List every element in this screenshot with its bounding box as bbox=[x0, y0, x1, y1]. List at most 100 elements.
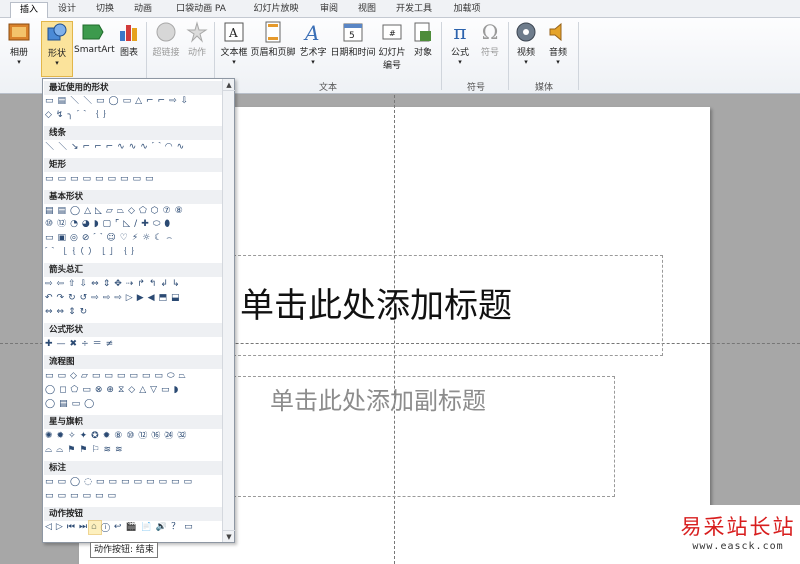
watermark: 易采站长站 www.easck.com bbox=[676, 505, 800, 564]
shape-row-lines[interactable]: ＼＼↘⌐⌐⌐∿∿∿⌒◠∿ bbox=[45, 142, 221, 153]
shape-row-recent-1[interactable]: ▭▤＼＼▭◯▭△⌐⌐⇨⇩ bbox=[45, 96, 221, 107]
shape-row-arrows-3[interactable]: ⇔⇔⇕↻ bbox=[45, 307, 221, 318]
tab-insert[interactable]: 插入 bbox=[10, 2, 48, 18]
object-button[interactable]: 对象 bbox=[410, 21, 436, 58]
photo-album-icon bbox=[8, 23, 30, 41]
category-equation-shapes: 公式形状 bbox=[44, 323, 222, 337]
shape-row-stars-2[interactable]: ⌓⌓⚑⚑⚐≋≋ bbox=[45, 445, 221, 456]
chart-icon bbox=[120, 25, 137, 41]
shape-row: ⌓⌓⚑⚑⚐≋≋ bbox=[45, 445, 221, 457]
textbox-icon: A bbox=[224, 22, 244, 42]
shape-row: ✺✹✧✦✪✹⑧⑩⑫⑯㉔㉜ bbox=[45, 431, 221, 443]
subtitle-placeholder[interactable]: 单击此处添加副标题 bbox=[233, 376, 615, 497]
shape-row-flowchart-3[interactable]: ◯▤▭◯ bbox=[45, 399, 221, 410]
shape-row-flowchart-2[interactable]: ◯◻⬠▭⊗⊕⧖◇△▽▭◗ bbox=[45, 385, 221, 396]
hyperlink-button[interactable]: 超链接 bbox=[150, 21, 182, 58]
shape-row: ⌒［｛（）［］｛｝ bbox=[45, 247, 221, 259]
action-button-end-selected[interactable] bbox=[88, 520, 102, 535]
audio-button[interactable]: 音频 ▾ bbox=[544, 21, 572, 66]
tab-review[interactable]: 审阅 bbox=[314, 2, 344, 18]
category-basic-shapes: 基本形状 bbox=[44, 190, 222, 204]
tab-developer[interactable]: 开发工具 bbox=[390, 2, 438, 18]
action-button[interactable]: 动作 bbox=[184, 21, 210, 58]
shape-row-rectangles[interactable]: ▭▭▭▭▭▭▭▭▭ bbox=[45, 174, 221, 185]
shape-row-arrows-2[interactable]: ↶↷↻↺⇨⇨⇨▷▶◀⬒⬓ bbox=[45, 293, 221, 304]
wordart-button[interactable]: A 艺术字 ▾ bbox=[298, 21, 328, 66]
shape-row-action-buttons[interactable]: ◁▷⏮⏭⌂ⓘ↩🎬📄🔊？▭ bbox=[45, 522, 221, 533]
wordart-label: 艺术字 bbox=[299, 48, 327, 58]
tab-animations[interactable]: 动画 bbox=[128, 2, 158, 18]
shape-row: ⑩⑫◔◕◗▢⌜◺∕✚⬭⬮ bbox=[45, 219, 221, 231]
omega-icon: Ω bbox=[481, 20, 499, 44]
tab-design[interactable]: 设计 bbox=[52, 2, 82, 18]
symbol-label: 符号 bbox=[480, 48, 499, 58]
hyperlink-label: 超链接 bbox=[152, 48, 180, 58]
shape-row-basic-2[interactable]: ⑩⑫◔◕◗▢⌜◺∕✚⬭⬮ bbox=[45, 219, 221, 230]
gallery-scrollbar[interactable]: ▲ ▼ bbox=[222, 79, 235, 542]
shape-row-basic-4[interactable]: ⌒［｛（）［］｛｝ bbox=[45, 247, 221, 258]
ribbon-tabs: 插入 设计 切换 动画 口袋动画 PA 幻灯片放映 审阅 视图 开发工具 加载项 bbox=[0, 0, 800, 18]
album-label: 相册 bbox=[9, 48, 28, 58]
equation-label: 公式 bbox=[450, 48, 469, 58]
calendar-icon: 5 bbox=[343, 23, 363, 42]
speaker-icon bbox=[549, 22, 562, 42]
chevron-down-icon: ▾ bbox=[17, 58, 21, 66]
chevron-down-icon: ▾ bbox=[458, 58, 462, 66]
scroll-up-icon[interactable]: ▲ bbox=[223, 79, 235, 91]
shape-row-flowchart-1[interactable]: ▭▭◇▱▭▭▭▭▭▭⬭⏢ bbox=[45, 371, 221, 382]
shape-row: ▭▭◯◌▭▭▭▭▭▭▭▭ bbox=[45, 477, 221, 489]
object-label: 对象 bbox=[413, 48, 432, 58]
chevron-down-icon: ▾ bbox=[524, 58, 528, 66]
shape-row: ▭▭◇▱▭▭▭▭▭▭⬭⏢ bbox=[45, 371, 221, 383]
shapes-icon bbox=[47, 23, 67, 41]
datetime-button[interactable]: 5 日期和时间 bbox=[330, 21, 376, 58]
shape-row: ＼＼↘⌐⌐⌐∿∿∿⌒◠∿ bbox=[45, 142, 221, 154]
category-rectangles: 矩形 bbox=[44, 158, 222, 172]
scroll-down-icon[interactable]: ▼ bbox=[223, 530, 235, 542]
category-recent: 最近使用的形状 bbox=[44, 81, 222, 95]
shape-row-arrows-1[interactable]: ⇨⇦⇧⇩⇔⇕✥⇢↱↰↲↳ bbox=[45, 279, 221, 290]
album-button[interactable]: 相册 ▾ bbox=[2, 21, 36, 66]
header-footer-button[interactable]: 页眉和页脚 bbox=[250, 21, 296, 58]
chevron-down-icon: ▾ bbox=[311, 58, 315, 66]
shape-row: ▭▭▭▭▭▭ bbox=[45, 491, 221, 503]
shape-row-callouts-1[interactable]: ▭▭◯◌▭▭▭▭▭▭▭▭ bbox=[45, 477, 221, 488]
textbox-button[interactable]: A 文本框 ▾ bbox=[218, 21, 250, 66]
shape-row-basic-3[interactable]: ▭▣◎⊘⌒☺♡⚡☼☾⌢ bbox=[45, 233, 221, 244]
video-label: 视频 bbox=[516, 48, 535, 58]
shape-row: ↶↷↻↺⇨⇨⇨▷▶◀⬒⬓ bbox=[45, 293, 221, 305]
tab-pocket-animation[interactable]: 口袋动画 PA bbox=[170, 2, 232, 18]
shape-row: ✚—✖÷＝≠ bbox=[45, 339, 221, 351]
tab-view[interactable]: 视图 bbox=[352, 2, 382, 18]
film-reel-icon bbox=[516, 22, 536, 42]
shape-row-stars-1[interactable]: ✺✹✧✦✪✹⑧⑩⑫⑯㉔㉜ bbox=[45, 431, 221, 442]
shape-row-recent-2[interactable]: ◇↯╮⌒｛｝ bbox=[45, 110, 221, 121]
watermark-url: www.easck.com bbox=[692, 541, 784, 552]
shape-row: ◯◻⬠▭⊗⊕⧖◇△▽▭◗ bbox=[45, 385, 221, 397]
slide-number-button[interactable]: # 幻灯片 编号 bbox=[376, 21, 408, 71]
tab-addins[interactable]: 加载项 bbox=[448, 2, 486, 18]
shapes-button[interactable]: 形状 ▾ bbox=[41, 21, 73, 77]
shape-row: ◇↯╮⌒｛｝ bbox=[45, 110, 221, 122]
chart-button[interactable]: 图表 bbox=[116, 21, 142, 58]
svg-text:A: A bbox=[303, 21, 319, 43]
title-placeholder[interactable]: 单击此处添加标题 bbox=[233, 255, 663, 356]
shape-row: ◁▷⏮⏭⌂ⓘ↩🎬📄🔊？▭ bbox=[45, 522, 221, 534]
symbol-button[interactable]: Ω 符号 bbox=[476, 21, 504, 58]
shape-row-callouts-2[interactable]: ▭▭▭▭▭▭ bbox=[45, 491, 221, 502]
shape-row: ⇔⇔⇕↻ bbox=[45, 307, 221, 319]
video-button[interactable]: 视频 ▾ bbox=[512, 21, 540, 66]
shapes-gallery: ▲ ▼ 最近使用的形状 ▭▤＼＼▭◯▭△⌐⌐⇨⇩ ◇↯╮⌒｛｝ 线条 ＼＼↘⌐⌐… bbox=[42, 78, 235, 543]
action-label: 动作 bbox=[187, 48, 206, 58]
smartart-button[interactable]: SmartArt bbox=[74, 21, 115, 55]
tab-slideshow[interactable]: 幻灯片放映 bbox=[248, 2, 304, 18]
wordart-icon: A bbox=[303, 21, 319, 43]
tab-transitions[interactable]: 切换 bbox=[90, 2, 120, 18]
shape-row-equation[interactable]: ✚—✖÷＝≠ bbox=[45, 339, 221, 350]
shape-row: ◯▤▭◯ bbox=[45, 399, 221, 411]
shape-row-basic-1[interactable]: ▤▤◯△◺▱⏢◇⬠⬡⑦⑧ bbox=[45, 206, 221, 217]
chart-label: 图表 bbox=[119, 48, 138, 58]
watermark-name: 易采站长站 bbox=[680, 515, 796, 539]
equation-button[interactable]: π 公式 ▾ bbox=[446, 21, 474, 66]
slide-number-label-2: 编号 bbox=[382, 61, 401, 71]
